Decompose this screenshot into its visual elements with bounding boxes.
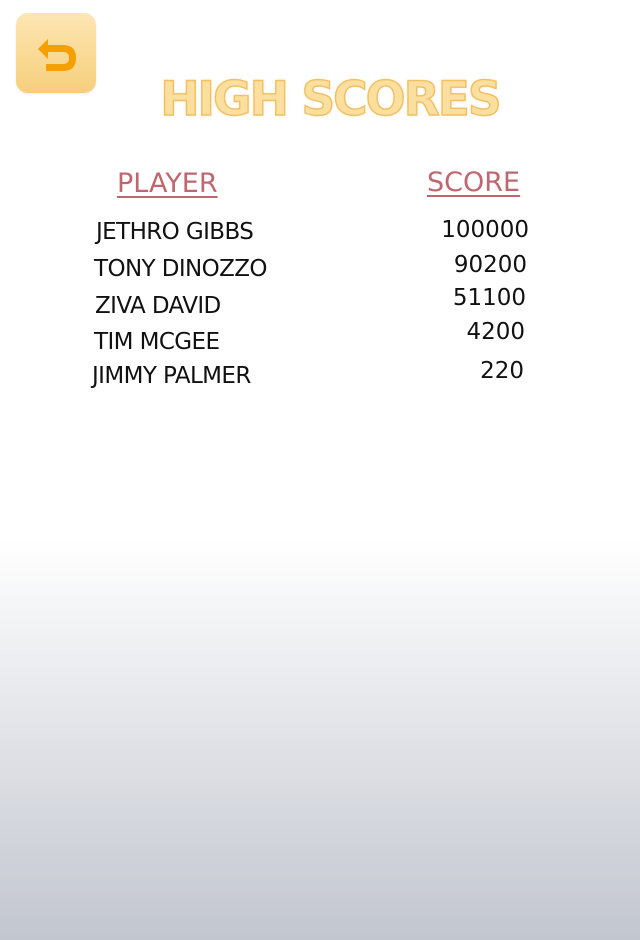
- player-score: 51100: [452, 285, 526, 311]
- player-score: 90200: [453, 252, 527, 278]
- undo-arrow-icon: [38, 39, 76, 71]
- page-title: HIGH SCORES: [160, 71, 503, 127]
- player-name: JETHRO GIBBS: [96, 219, 254, 245]
- player-name: ZIVA DAVID: [95, 293, 221, 319]
- player-name: TONY DINOZZO: [94, 256, 268, 282]
- player-score: 220: [480, 358, 524, 384]
- player-name: JIMMY PALMER: [92, 363, 251, 389]
- score-column-header: SCORE: [427, 167, 521, 198]
- player-column-header: PLAYER: [117, 168, 218, 199]
- player-score: 4200: [466, 319, 525, 345]
- player-name: TIM MCGEE: [94, 329, 220, 355]
- player-score: 100000: [441, 217, 529, 243]
